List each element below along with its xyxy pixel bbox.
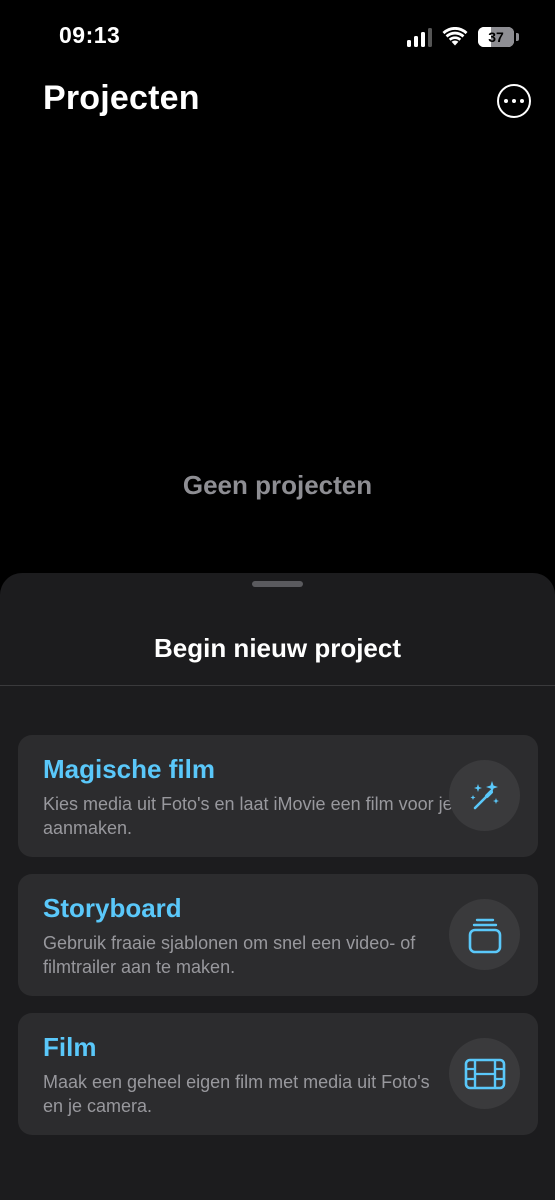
sheet-title: Begin nieuw project xyxy=(153,633,402,663)
empty-state-text: Geen projecten xyxy=(182,470,373,500)
status-time: 09:13 xyxy=(59,22,121,48)
storyboard-stack-icon xyxy=(449,899,520,970)
sheet-grabber[interactable] xyxy=(252,581,303,587)
storyboard-option[interactable]: Storyboard Gebruik fraaie sjablonen om s… xyxy=(18,874,538,996)
wifi-icon xyxy=(442,27,468,47)
option-description: Maak een geheel eigen film met media uit… xyxy=(43,1072,430,1116)
option-title: Storyboard xyxy=(43,893,182,923)
cellular-signal-icon xyxy=(407,27,432,47)
option-description: Kies media uit Foto's en laat iMovie een… xyxy=(43,794,453,838)
battery-icon: 37 xyxy=(478,27,514,47)
status-icons: 37 xyxy=(407,24,519,50)
option-title: Film xyxy=(43,1032,97,1062)
more-options-button[interactable] xyxy=(497,84,531,118)
battery-level: 37 xyxy=(488,29,504,45)
battery-indicator: 37 xyxy=(478,27,519,47)
screen: 09:13 37 Projecten Geen projecten Begin … xyxy=(0,0,555,1200)
new-project-sheet: Begin nieuw project Magische film Kies m… xyxy=(0,573,555,1200)
option-description: Gebruik fraaie sjablonen om snel een vid… xyxy=(43,933,416,977)
film-strip-icon xyxy=(449,1038,520,1109)
option-title: Magische film xyxy=(43,754,215,784)
magic-movie-option[interactable]: Magische film Kies media uit Foto's en l… xyxy=(18,735,538,857)
divider xyxy=(0,685,555,686)
ellipsis-dot xyxy=(512,99,516,103)
ellipsis-dot xyxy=(520,99,524,103)
film-option[interactable]: Film Maak een geheel eigen film met medi… xyxy=(18,1013,538,1135)
page-title: Projecten xyxy=(43,79,200,117)
magic-wand-icon xyxy=(449,760,520,831)
status-bar: 09:13 37 xyxy=(0,0,555,72)
ellipsis-circle-icon xyxy=(504,99,508,103)
